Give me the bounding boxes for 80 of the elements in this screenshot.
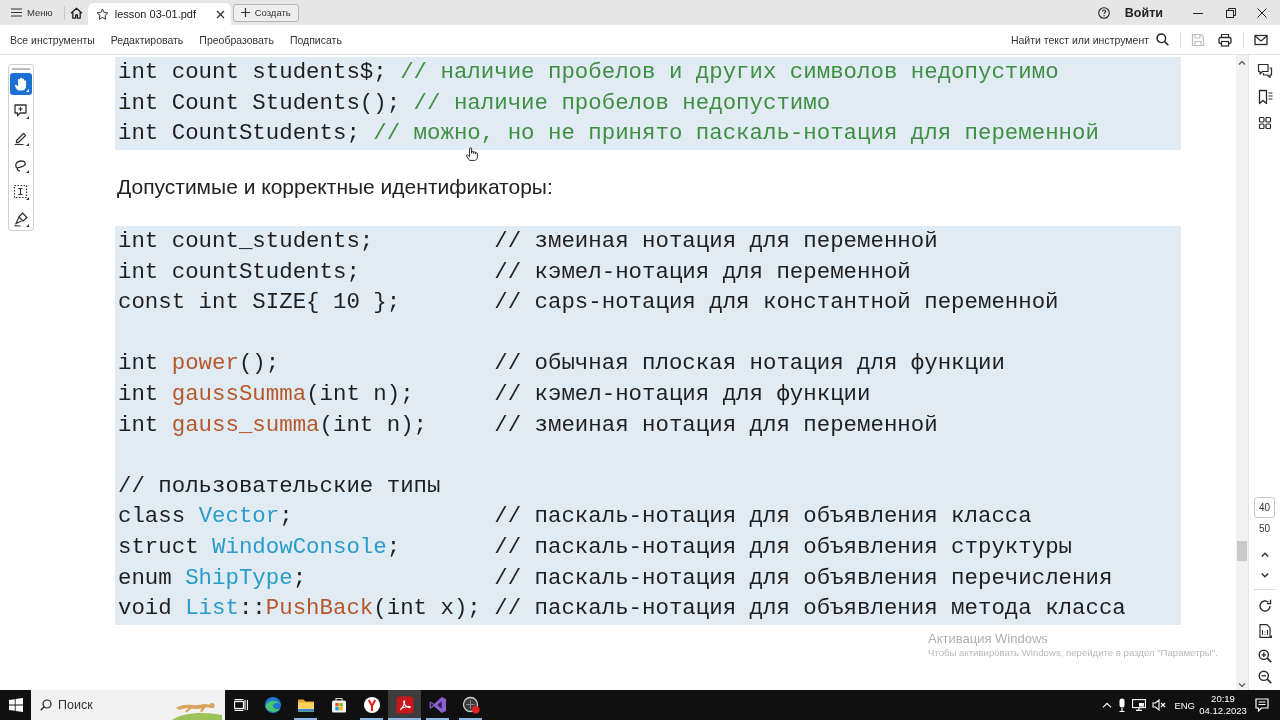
- next-page-icon[interactable]: [1260, 573, 1269, 578]
- activation-title: Активация Windows: [928, 631, 1048, 646]
- hand-icon: [13, 76, 29, 92]
- clock-date[interactable]: 04.12.2023: [1199, 705, 1247, 717]
- speaker-muted-icon[interactable]: [1152, 699, 1167, 711]
- plus-icon: [240, 8, 250, 17]
- pen-nib-icon: [13, 211, 29, 227]
- network-icon[interactable]: [1132, 699, 1147, 711]
- taskbar-app-button[interactable]: [388, 690, 421, 720]
- home-icon[interactable]: [69, 6, 83, 19]
- search-field[interactable]: Поиск: [58, 695, 166, 715]
- help-icon[interactable]: [1097, 6, 1110, 19]
- close-icon[interactable]: [215, 9, 225, 19]
- store-bag-icon: [329, 696, 348, 714]
- hand-cursor-icon: [466, 147, 478, 161]
- toolbar-menu-item[interactable]: Преобразовать: [199, 33, 274, 46]
- page-number-field[interactable]: 40: [1254, 497, 1275, 518]
- menu-button[interactable]: Меню: [9, 3, 55, 22]
- zoom-in-icon[interactable]: [1257, 649, 1272, 663]
- toolbar-menu-item[interactable]: Подписать: [289, 33, 342, 46]
- create-button[interactable]: Создать: [232, 3, 299, 22]
- chevron-up-icon[interactable]: [1102, 702, 1113, 708]
- grid-icon[interactable]: [1256, 115, 1273, 131]
- search-icon: [40, 699, 52, 711]
- code-line: int Count Students(); // наличие пробелов недопустимо: [118, 89, 831, 116]
- code-line: int power(); // обычная плоская нотация для функции: [118, 350, 1005, 377]
- scroll-down-icon[interactable]: [1238, 683, 1246, 688]
- search-bar[interactable]: Поиск: [31, 690, 225, 720]
- code-line: enum ShipType; // паскаль-нотация для объявления перечисления: [118, 564, 1113, 591]
- code-line: int gaussSumma(int n); // кэмел-нотация для функции: [118, 381, 871, 408]
- pencil-icon: [13, 130, 29, 146]
- page-fit-icon[interactable]: [1257, 624, 1272, 638]
- sign-in-button[interactable]: Войти: [1124, 5, 1163, 20]
- code-line: class Vector; // паскаль-нотация для объявления класса: [118, 503, 1032, 530]
- page-count-text: 50: [1258, 523, 1271, 535]
- ribbon-logo-icon: [428, 696, 447, 714]
- code-line: int count students$; // наличие пробелов и других символов недопустимо: [118, 59, 1059, 86]
- toolbar-menu-item[interactable]: Редактировать: [110, 33, 184, 46]
- rotate-icon[interactable]: [1257, 599, 1272, 613]
- code-line: // пользовательские типы: [118, 472, 441, 499]
- microphone-icon[interactable]: [1118, 698, 1127, 712]
- previous-page-icon[interactable]: [1260, 552, 1269, 557]
- document-tab[interactable]: lesson 03-01.pdf: [87, 3, 231, 25]
- code-line: int count_students; // змеиная нотация для переменной: [118, 228, 938, 255]
- text-box-icon: [13, 184, 29, 200]
- code-line: const int SIZE{ 10 }; // caps-нотация для константной переменной: [118, 289, 1059, 316]
- find-button[interactable]: Найти текст или инструмент: [1010, 33, 1169, 46]
- close-icon[interactable]: [1257, 7, 1267, 18]
- code-line: int gauss_summa(int n); // змеиная нотация для переменной: [118, 411, 938, 438]
- code-line: struct WindowConsole; // паскаль-нотация для объявления структуры: [118, 534, 1072, 560]
- activation-text: Чтобы активировать Windows, перейдите в раздел "Параметры".: [928, 647, 1218, 659]
- search-icon: [1156, 33, 1169, 46]
- start-icon[interactable]: [8, 698, 23, 712]
- scrollbar-thumb[interactable]: [1237, 541, 1247, 561]
- hand-tool-button[interactable]: [10, 73, 32, 95]
- code-line: int CountStudents; // можно, но не принято паскаль-нотация для переменной: [118, 120, 1099, 147]
- disc-logo-icon: [461, 696, 480, 714]
- fork-logo-icon: [362, 696, 381, 714]
- code-line: void List::PushBack(int x); // паскаль-нотация для объявления метода класса: [118, 595, 1126, 622]
- menu-icon: [11, 8, 22, 17]
- lasso-icon: [13, 157, 29, 173]
- clock-time[interactable]: 20:19: [1211, 693, 1235, 705]
- scroll-up-icon[interactable]: [1238, 60, 1246, 65]
- language-button[interactable]: ENG: [1174, 699, 1195, 711]
- star-icon[interactable]: [95, 7, 109, 21]
- bookmark-list-icon[interactable]: [1256, 89, 1273, 105]
- restore-icon[interactable]: [1226, 7, 1236, 18]
- toolbar-menu-item[interactable]: Все инструменты: [10, 33, 95, 46]
- mail-icon[interactable]: [1254, 32, 1268, 47]
- zoom-out-icon[interactable]: [1257, 670, 1272, 684]
- code-line: int countStudents; // кэмел-нотация для переменной: [118, 258, 911, 285]
- wave-logo-icon: [263, 696, 282, 714]
- notifications-icon[interactable]: [1255, 698, 1269, 712]
- print-icon[interactable]: [1218, 32, 1232, 47]
- comments-icon[interactable]: [1256, 63, 1273, 79]
- add-comment-icon: [13, 103, 29, 119]
- scrollbar[interactable]: [1236, 55, 1248, 690]
- pdf-logo-icon: [395, 696, 414, 714]
- task-view-icon[interactable]: [233, 699, 248, 711]
- paragraph-text: Допустимые и корректные идентификаторы:: [117, 174, 553, 199]
